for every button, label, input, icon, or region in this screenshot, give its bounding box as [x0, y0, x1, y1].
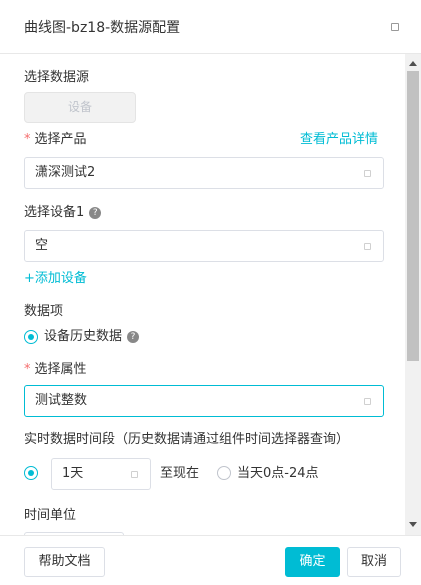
device-label: 选择设备1? [24, 205, 102, 221]
device-select[interactable]: 空 [24, 230, 384, 262]
time-unit-label: 时间单位 [24, 508, 77, 523]
attribute-select[interactable]: 测试整数 [24, 385, 384, 417]
device-label-text: 选择设备1 [24, 205, 85, 220]
select-arrow-icon [364, 398, 371, 405]
datasource-config-dialog: 曲线图-bz18-数据源配置 选择数据源 设备 * 选择产品 查看产品详情 潇深测… [0, 0, 421, 585]
time-range-label: 实时数据时间段（历史数据请通过组件时间选择器查询） [24, 432, 350, 447]
cancel-button[interactable]: 取消 [347, 547, 401, 577]
datasource-device-button[interactable]: 设备 [24, 92, 136, 123]
dialog-footer: 帮助文档 确定 取消 [0, 535, 421, 585]
time-range-select[interactable]: 1天 [51, 458, 151, 490]
maximize-icon[interactable] [391, 23, 399, 31]
select-arrow-icon [131, 471, 138, 478]
scroll-up-arrow-icon[interactable] [405, 56, 421, 70]
attribute-select-value: 测试整数 [35, 393, 88, 408]
product-select-value: 潇深测试2 [35, 165, 96, 180]
required-mark: * [24, 132, 31, 147]
device-select-value: 空 [35, 238, 49, 253]
history-data-option: 设备历史数据? [44, 329, 140, 345]
history-data-option-text: 设备历史数据 [44, 329, 123, 344]
product-label: * 选择产品 [24, 132, 87, 148]
product-select[interactable]: 潇深测试2 [24, 157, 384, 189]
help-icon[interactable]: ? [127, 330, 140, 343]
time-range-radio-today[interactable] [217, 466, 231, 480]
product-label-text: 选择产品 [34, 132, 87, 147]
time-range-suffix: 至现在 [160, 466, 200, 481]
product-detail-link[interactable]: 查看产品详情 [300, 132, 378, 148]
help-docs-button[interactable]: 帮助文档 [24, 547, 105, 577]
select-arrow-icon [364, 243, 371, 250]
time-range-select-value: 1天 [62, 466, 84, 481]
time-range-today-option: 当天0点-24点 [237, 466, 319, 481]
history-data-radio[interactable] [24, 330, 38, 344]
select-arrow-icon [364, 170, 371, 177]
scroll-down-arrow-icon[interactable] [405, 518, 421, 532]
add-device-link[interactable]: +添加设备 [24, 271, 87, 287]
time-range-radio-relative[interactable] [24, 466, 38, 480]
attribute-label: * 选择属性 [24, 362, 87, 378]
attribute-label-text: 选择属性 [34, 362, 87, 377]
datasource-label: 选择数据源 [24, 70, 90, 85]
dialog-body: 选择数据源 设备 * 选择产品 查看产品详情 潇深测试2 选择设备1? 空 +添加… [0, 54, 405, 535]
dialog-header: 曲线图-bz18-数据源配置 [0, 0, 421, 54]
required-mark: * [24, 362, 31, 377]
data-item-label: 数据项 [24, 304, 64, 319]
help-icon[interactable]: ? [89, 206, 102, 219]
scrollbar-thumb[interactable] [407, 71, 419, 361]
confirm-button[interactable]: 确定 [285, 547, 340, 577]
dialog-title: 曲线图-bz18-数据源配置 [24, 20, 181, 36]
